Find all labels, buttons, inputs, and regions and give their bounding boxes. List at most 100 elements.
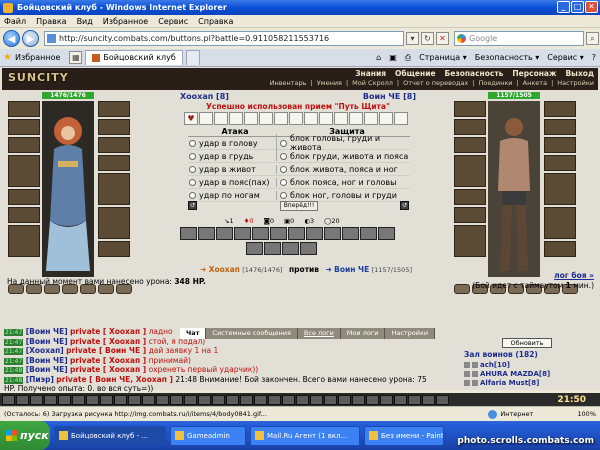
attack-option[interactable]: удар в грудь bbox=[199, 152, 253, 161]
helmet-slot[interactable] bbox=[8, 101, 40, 117]
earrings-slot[interactable] bbox=[454, 119, 486, 135]
cmd-security[interactable]: Безопасность ▾ bbox=[475, 53, 540, 62]
toolbar-icon[interactable] bbox=[408, 394, 421, 405]
toolbar-icon[interactable] bbox=[2, 394, 15, 405]
game-submenu-skills[interactable]: Умения bbox=[317, 79, 342, 87]
offhand-slot[interactable] bbox=[544, 173, 576, 205]
attack-radio-groin[interactable] bbox=[189, 178, 196, 186]
hit-slot[interactable] bbox=[394, 112, 408, 125]
toolbar-icon[interactable] bbox=[72, 394, 85, 405]
ring2-slot[interactable] bbox=[98, 137, 130, 153]
hit-slot[interactable] bbox=[349, 112, 363, 125]
player-list-item[interactable]: AHURA MAZDA[8] bbox=[464, 370, 550, 378]
defense-radio-3[interactable] bbox=[280, 165, 287, 173]
offhand-slot[interactable] bbox=[98, 173, 130, 205]
hit-slot[interactable] bbox=[244, 112, 258, 125]
hit-slot[interactable] bbox=[289, 112, 303, 125]
toolbar-icon[interactable] bbox=[380, 394, 393, 405]
defense-option[interactable]: блок живота, пояса и ног bbox=[290, 165, 398, 174]
ring1-slot[interactable] bbox=[98, 119, 130, 135]
toolbar-icon[interactable] bbox=[240, 394, 253, 405]
vs-player2[interactable]: Воин ЧЕ bbox=[334, 265, 369, 274]
ring2-slot[interactable] bbox=[544, 137, 576, 153]
refresh-list-button[interactable]: Обновить bbox=[502, 338, 552, 348]
battle-log-link[interactable]: лог боя » bbox=[554, 271, 594, 280]
toolbar-icon[interactable] bbox=[324, 394, 337, 405]
toolbar-icon[interactable] bbox=[156, 394, 169, 405]
gloves-slot[interactable] bbox=[98, 101, 130, 117]
defense-radio-2[interactable] bbox=[280, 152, 287, 160]
refresh-battle-icon[interactable]: ↺ bbox=[188, 201, 197, 210]
skill-icon[interactable] bbox=[378, 227, 395, 240]
game-menu-security[interactable]: Безопасность bbox=[445, 69, 504, 78]
weapon-slot[interactable] bbox=[8, 155, 40, 187]
toolbar-icon[interactable] bbox=[268, 394, 281, 405]
armor-slot[interactable] bbox=[454, 189, 486, 205]
defense-radio-4[interactable] bbox=[280, 178, 287, 186]
toolbar-icon[interactable] bbox=[366, 394, 379, 405]
toolbar-icon[interactable] bbox=[184, 394, 197, 405]
toolbar-icon[interactable] bbox=[86, 394, 99, 405]
toolbar-icon[interactable] bbox=[422, 394, 435, 405]
armor-slot[interactable] bbox=[8, 189, 40, 205]
toolbar-icon[interactable] bbox=[114, 394, 127, 405]
menu-file[interactable]: Файл bbox=[4, 17, 26, 26]
game-submenu-inventory[interactable]: Инвентарь bbox=[270, 79, 307, 87]
attack-option[interactable]: удар в пояс(пах) bbox=[199, 178, 270, 187]
defense-option[interactable]: блок пояса, ног и головы bbox=[290, 178, 396, 187]
defense-option[interactable]: блок ног, головы и груди bbox=[290, 191, 397, 200]
skill-icon[interactable] bbox=[288, 227, 305, 240]
ring1-slot[interactable] bbox=[544, 119, 576, 135]
toolbar-icon[interactable] bbox=[44, 394, 57, 405]
toolbar-icon[interactable] bbox=[352, 394, 365, 405]
menu-tools[interactable]: Сервис bbox=[158, 17, 188, 26]
toolbar-icon[interactable] bbox=[212, 394, 225, 405]
cmd-page[interactable]: Страница ▾ bbox=[419, 53, 467, 62]
toolbar-icon[interactable] bbox=[128, 394, 141, 405]
forward-attack-button[interactable]: Вперёд!!! bbox=[280, 201, 318, 211]
player1-name[interactable]: Хоохап [8] bbox=[180, 92, 229, 101]
skill-icon[interactable] bbox=[270, 227, 287, 240]
task-gameadmin[interactable]: Gameadmin bbox=[170, 425, 246, 446]
close-window-button[interactable]: ✕ bbox=[585, 1, 598, 13]
cmd-tools[interactable]: Сервис ▾ bbox=[547, 53, 583, 62]
refresh-battle-icon[interactable]: ↺ bbox=[400, 201, 409, 210]
toolbar-icon[interactable] bbox=[282, 394, 295, 405]
skill-icon[interactable] bbox=[264, 242, 281, 255]
belt-slot[interactable] bbox=[8, 207, 40, 223]
print-icon[interactable]: ⎙ bbox=[405, 53, 411, 63]
favorites-label[interactable]: Избранное bbox=[15, 53, 60, 62]
toolbar-icon[interactable] bbox=[142, 394, 155, 405]
hit-slot[interactable] bbox=[229, 112, 243, 125]
start-button[interactable]: пуск bbox=[0, 421, 50, 450]
skill-icon[interactable] bbox=[306, 227, 323, 240]
amulet-slot[interactable] bbox=[8, 137, 40, 153]
attack-option[interactable]: удар в голову bbox=[199, 139, 258, 148]
attack-option[interactable]: удар в живот bbox=[199, 165, 256, 174]
zoom-level[interactable]: 100% bbox=[577, 410, 600, 418]
game-submenu-profile[interactable]: Анкета bbox=[523, 79, 547, 87]
elixir-slot[interactable] bbox=[454, 284, 470, 294]
attack-option[interactable]: удар по ногам bbox=[199, 191, 260, 200]
tab-chat-settings[interactable]: Настройки bbox=[385, 328, 436, 339]
toolbar-icon[interactable] bbox=[100, 394, 113, 405]
skill-icon[interactable] bbox=[324, 227, 341, 240]
pants-slot[interactable] bbox=[98, 207, 130, 239]
skill-icon[interactable] bbox=[246, 242, 263, 255]
attack-radio-legs[interactable] bbox=[189, 191, 196, 199]
game-menu-exit[interactable]: Выход bbox=[565, 69, 594, 78]
earrings-slot[interactable] bbox=[8, 119, 40, 135]
skill-icon[interactable] bbox=[216, 227, 233, 240]
shield-slot[interactable] bbox=[454, 225, 486, 257]
forward-button[interactable]: ▶ bbox=[22, 30, 39, 47]
defense-option[interactable]: блок груди, живота и пояса bbox=[290, 152, 408, 161]
search-input[interactable]: Google bbox=[454, 31, 584, 46]
hit-slot[interactable] bbox=[319, 112, 333, 125]
belt-slot[interactable] bbox=[454, 207, 486, 223]
vs-player1[interactable]: Хоохап bbox=[209, 265, 240, 274]
tab-chat[interactable]: Чат bbox=[180, 328, 207, 339]
toolbar-icon[interactable] bbox=[226, 394, 239, 405]
task-mail-agent[interactable]: Mail.Ru Агент (1 вкл... bbox=[250, 425, 360, 446]
toolbar-icon[interactable] bbox=[436, 394, 449, 405]
player-list-item[interactable]: Alfaria Must[8] bbox=[464, 379, 539, 387]
